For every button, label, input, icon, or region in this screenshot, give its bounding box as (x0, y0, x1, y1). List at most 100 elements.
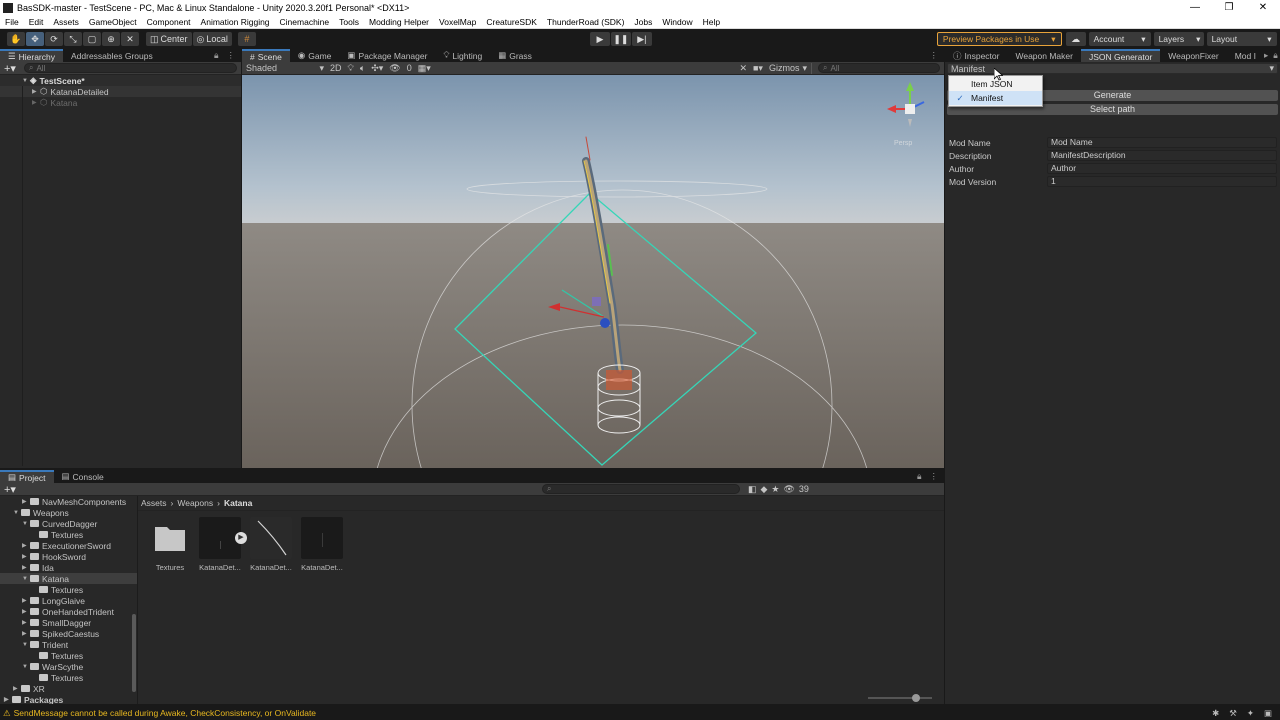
pivot-center-button[interactable]: ◫ Center (146, 32, 192, 46)
tree-item[interactable]: ▶ LongGlaive (0, 595, 137, 606)
menu-cinemachine[interactable]: Cinemachine (275, 17, 335, 27)
collapse-arrow-icon[interactable]: ▼ (22, 576, 30, 582)
transform-tool-icon[interactable]: ⊕ (102, 32, 120, 46)
asset-item[interactable]: KatanaDet... (249, 517, 293, 572)
expand-arrow-icon[interactable]: ▶ (22, 619, 30, 626)
tab-weapon-maker[interactable]: Weapon Maker (1007, 49, 1080, 62)
tree-item[interactable]: ▼ WarScythe (0, 661, 137, 672)
asset-item[interactable]: ▶ KatanaDet... (198, 517, 247, 572)
breadcrumb-assets[interactable]: Assets (141, 498, 167, 508)
scene-viewport[interactable]: Persp (242, 75, 944, 468)
toggle-2d-button[interactable]: 2D (330, 63, 342, 73)
author-input[interactable]: Author (1047, 163, 1277, 174)
tab-mod-importer[interactable]: Mod I (1227, 49, 1264, 62)
tab-console[interactable]: ▤ Console (54, 470, 112, 483)
tree-item[interactable]: Textures (0, 672, 137, 683)
search-by-type-icon[interactable]: ◧ (748, 484, 757, 495)
menu-animation-rigging[interactable]: Animation Rigging (196, 17, 275, 27)
expand-arrow-icon[interactable]: ▶ (22, 608, 30, 615)
tab-lighting[interactable]: 💡︎ Lighting (435, 49, 490, 62)
expand-arrow-icon[interactable]: ▶ (13, 685, 21, 692)
expand-arrow-icon[interactable]: ▶ (22, 630, 30, 637)
tree-item[interactable]: Textures (0, 584, 137, 595)
tab-package-manager[interactable]: ▣ Package Manager (339, 49, 435, 62)
collapse-arrow-icon[interactable]: ▼ (22, 642, 30, 648)
search-by-label-icon[interactable]: ◆ (760, 484, 767, 495)
menu-edit[interactable]: Edit (24, 17, 49, 27)
expand-arrow-icon[interactable]: ▶ (22, 564, 30, 571)
lock-icon[interactable]: 🔒︎ (917, 471, 922, 482)
pivot-local-button[interactable]: ◎ Local (192, 32, 232, 46)
tree-item[interactable]: ▶ Ida (0, 562, 137, 573)
more-options-icon[interactable]: ⋮ (930, 50, 939, 61)
hierarchy-search-input[interactable]: ⌕ All (23, 63, 237, 73)
pause-button[interactable]: ❚❚ (610, 32, 631, 46)
tab-scene[interactable]: # Scene (242, 49, 290, 62)
more-options-icon[interactable]: ⋮ (930, 471, 939, 482)
rotate-tool-icon[interactable]: ⟳ (45, 32, 63, 46)
tree-item[interactable]: ▶ SmallDagger (0, 617, 137, 628)
progress-icon[interactable]: ⚒ (1229, 708, 1237, 719)
expand-arrow-icon[interactable]: ▶ (22, 542, 30, 549)
tree-item[interactable]: ▶ SpikedCaestus (0, 628, 137, 639)
hierarchy-scrollbar[interactable] (22, 86, 23, 466)
expand-arrow-icon[interactable]: ▶ (22, 498, 30, 505)
menu-help[interactable]: Help (698, 17, 725, 27)
tree-scrollbar[interactable] (132, 614, 136, 692)
tree-item[interactable]: ▶ XR (0, 683, 137, 694)
collapse-arrow-icon[interactable]: ▼ (22, 521, 30, 527)
minimize-button[interactable]: — (1178, 0, 1212, 15)
lock-icon[interactable]: 🔒︎ (214, 50, 219, 61)
menu-thunderroad-sdk[interactable]: ThunderRoad (SDK) (542, 17, 629, 27)
tree-item[interactable]: Textures (0, 529, 137, 540)
custom-tool-icon[interactable]: ✕ (121, 32, 139, 46)
dropdown-option-manifest[interactable]: ✓ Manifest (949, 91, 1042, 105)
menu-gameobject[interactable]: GameObject (84, 17, 142, 27)
tree-item[interactable]: ▼ Trident (0, 639, 137, 650)
hand-tool-icon[interactable]: ✋ (7, 32, 25, 46)
hierarchy-item[interactable]: ▶ ⬡ KatanaDetailed (0, 86, 241, 97)
tree-item[interactable]: ▶ OneHandedTrident (0, 606, 137, 617)
visibility-icon[interactable]: 👁︎ (389, 63, 400, 74)
tab-addressables-groups[interactable]: Addressables Groups (63, 49, 161, 62)
create-asset-icon[interactable]: +▾ (4, 483, 16, 496)
layers-dropdown[interactable]: Layers ▾ (1153, 32, 1204, 46)
lock-icon[interactable]: 🔒︎ (1273, 50, 1278, 61)
maximize-button[interactable]: ❐ (1212, 0, 1246, 15)
tree-item[interactable]: Textures (0, 650, 137, 661)
hidden-packages-icon[interactable]: 👁︎ (783, 484, 794, 495)
asset-size-slider-thumb[interactable] (912, 694, 920, 702)
project-search-input[interactable]: ⌕ (541, 484, 740, 494)
cloud-icon[interactable]: ☁ (1065, 32, 1086, 46)
menu-jobs[interactable]: Jobs (629, 17, 657, 27)
account-dropdown[interactable]: Account ▾ (1088, 32, 1151, 46)
play-button[interactable]: ▶ (589, 32, 610, 46)
grid-toggle-icon[interactable]: ▦▾ (418, 63, 431, 74)
tree-item[interactable]: ▼ Katana (0, 573, 137, 584)
expand-arrow-icon[interactable]: ▶ (22, 553, 30, 560)
collapse-arrow-icon[interactable]: ▼ (22, 664, 30, 670)
tab-json-generator[interactable]: JSON Generator (1080, 49, 1161, 62)
bug-icon[interactable]: ✱ (1212, 708, 1219, 719)
gizmos-dropdown[interactable]: Gizmos ▾ (769, 62, 812, 74)
asset-item[interactable]: Textures (148, 517, 192, 572)
expand-arrow-icon[interactable]: ▶ (4, 696, 12, 703)
tab-game[interactable]: ◉ Game (290, 49, 340, 62)
scene-search-input[interactable]: ⌕ All (818, 63, 940, 73)
menu-file[interactable]: File (0, 17, 24, 27)
audio-icon[interactable]: 🔈︎ (360, 63, 365, 74)
scale-tool-icon[interactable]: ⤡ (64, 32, 82, 46)
menu-tools[interactable]: Tools (334, 17, 364, 27)
move-tool-icon[interactable]: ✥ (26, 32, 44, 46)
close-button[interactable]: ✕ (1246, 0, 1280, 15)
expand-arrow-icon[interactable]: ▶ (22, 597, 30, 604)
add-icon[interactable]: +▾ (4, 62, 16, 75)
tree-item[interactable]: ▼ CurvedDagger (0, 518, 137, 529)
shading-mode-dropdown[interactable]: Shaded ▾ (246, 63, 324, 74)
menu-assets[interactable]: Assets (48, 17, 84, 27)
preview-packages-dropdown[interactable]: Preview Packages in Use ▾ (936, 32, 1062, 46)
status-message[interactable]: SendMessage cannot be called during Awak… (14, 708, 316, 718)
menu-creaturesdk[interactable]: CreatureSDK (481, 17, 542, 27)
hierarchy-item[interactable]: ▶ ⬡ Katana (0, 97, 241, 108)
layout-dropdown[interactable]: Layout ▾ (1206, 32, 1277, 46)
